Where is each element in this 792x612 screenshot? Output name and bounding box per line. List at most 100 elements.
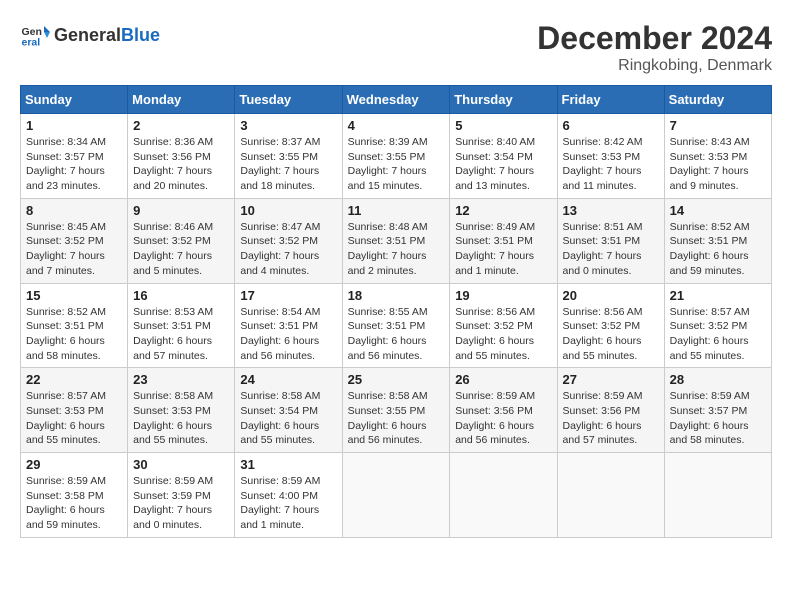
sunrise-label: Sunrise: 8:55 AM	[348, 306, 428, 318]
calendar-cell: 17 Sunrise: 8:54 AM Sunset: 3:51 PM Dayl…	[235, 283, 342, 368]
sunrise-label: Sunrise: 8:59 AM	[26, 475, 106, 487]
sunrise-label: Sunrise: 8:59 AM	[563, 390, 643, 402]
calendar-cell: 9 Sunrise: 8:46 AM Sunset: 3:52 PM Dayli…	[128, 198, 235, 283]
calendar-cell: 13 Sunrise: 8:51 AM Sunset: 3:51 PM Dayl…	[557, 198, 664, 283]
calendar-cell: 8 Sunrise: 8:45 AM Sunset: 3:52 PM Dayli…	[21, 198, 128, 283]
day-number: 1	[26, 118, 122, 133]
day-info: Sunrise: 8:45 AM Sunset: 3:52 PM Dayligh…	[26, 220, 122, 279]
daylight-label: Daylight: 7 hours and 9 minutes.	[670, 165, 749, 192]
calendar-cell: 20 Sunrise: 8:56 AM Sunset: 3:52 PM Dayl…	[557, 283, 664, 368]
sunset-label: Sunset: 3:54 PM	[455, 151, 533, 163]
day-info: Sunrise: 8:55 AM Sunset: 3:51 PM Dayligh…	[348, 305, 445, 364]
day-number: 14	[670, 203, 766, 218]
calendar-cell: 12 Sunrise: 8:49 AM Sunset: 3:51 PM Dayl…	[450, 198, 557, 283]
day-number: 30	[133, 457, 229, 472]
day-info: Sunrise: 8:59 AM Sunset: 3:59 PM Dayligh…	[133, 474, 229, 533]
calendar-cell: 10 Sunrise: 8:47 AM Sunset: 3:52 PM Dayl…	[235, 198, 342, 283]
column-header-tuesday: Tuesday	[235, 86, 342, 114]
calendar-cell: 21 Sunrise: 8:57 AM Sunset: 3:52 PM Dayl…	[664, 283, 771, 368]
daylight-label: Daylight: 6 hours and 58 minutes.	[670, 420, 749, 447]
column-header-saturday: Saturday	[664, 86, 771, 114]
sunrise-label: Sunrise: 8:59 AM	[455, 390, 535, 402]
column-header-monday: Monday	[128, 86, 235, 114]
day-number: 31	[240, 457, 336, 472]
week-row-2: 8 Sunrise: 8:45 AM Sunset: 3:52 PM Dayli…	[21, 198, 772, 283]
sunrise-label: Sunrise: 8:42 AM	[563, 136, 643, 148]
title-area: December 2024 Ringkobing, Denmark	[537, 20, 772, 75]
day-info: Sunrise: 8:57 AM Sunset: 3:52 PM Dayligh…	[670, 305, 766, 364]
day-info: Sunrise: 8:37 AM Sunset: 3:55 PM Dayligh…	[240, 135, 336, 194]
calendar-cell: 15 Sunrise: 8:52 AM Sunset: 3:51 PM Dayl…	[21, 283, 128, 368]
sunset-label: Sunset: 3:52 PM	[240, 235, 318, 247]
daylight-label: Daylight: 6 hours and 55 minutes.	[26, 420, 105, 447]
daylight-label: Daylight: 7 hours and 20 minutes.	[133, 165, 212, 192]
day-info: Sunrise: 8:47 AM Sunset: 3:52 PM Dayligh…	[240, 220, 336, 279]
sunset-label: Sunset: 3:53 PM	[563, 151, 641, 163]
month-title: December 2024	[537, 20, 772, 57]
sunset-label: Sunset: 3:55 PM	[240, 151, 318, 163]
day-number: 8	[26, 203, 122, 218]
sunset-label: Sunset: 3:52 PM	[26, 235, 104, 247]
sunset-label: Sunset: 3:57 PM	[26, 151, 104, 163]
day-number: 23	[133, 372, 229, 387]
calendar-cell: 23 Sunrise: 8:58 AM Sunset: 3:53 PM Dayl…	[128, 368, 235, 453]
day-number: 18	[348, 288, 445, 303]
calendar-cell	[450, 453, 557, 538]
sunrise-label: Sunrise: 8:59 AM	[670, 390, 750, 402]
day-number: 9	[133, 203, 229, 218]
daylight-label: Daylight: 7 hours and 13 minutes.	[455, 165, 534, 192]
daylight-label: Daylight: 7 hours and 0 minutes.	[563, 250, 642, 277]
daylight-label: Daylight: 7 hours and 1 minute.	[455, 250, 534, 277]
day-number: 29	[26, 457, 122, 472]
sunset-label: Sunset: 3:58 PM	[26, 490, 104, 502]
calendar-cell: 26 Sunrise: 8:59 AM Sunset: 3:56 PM Dayl…	[450, 368, 557, 453]
daylight-label: Daylight: 7 hours and 4 minutes.	[240, 250, 319, 277]
sunset-label: Sunset: 3:51 PM	[670, 235, 748, 247]
calendar-cell: 31 Sunrise: 8:59 AM Sunset: 4:00 PM Dayl…	[235, 453, 342, 538]
calendar-cell: 1 Sunrise: 8:34 AM Sunset: 3:57 PM Dayli…	[21, 114, 128, 199]
sunrise-label: Sunrise: 8:54 AM	[240, 306, 320, 318]
daylight-label: Daylight: 7 hours and 1 minute.	[240, 504, 319, 531]
day-number: 13	[563, 203, 659, 218]
day-info: Sunrise: 8:52 AM Sunset: 3:51 PM Dayligh…	[670, 220, 766, 279]
sunrise-label: Sunrise: 8:43 AM	[670, 136, 750, 148]
day-number: 7	[670, 118, 766, 133]
sunrise-label: Sunrise: 8:59 AM	[133, 475, 213, 487]
calendar-body: 1 Sunrise: 8:34 AM Sunset: 3:57 PM Dayli…	[21, 114, 772, 538]
calendar-cell: 3 Sunrise: 8:37 AM Sunset: 3:55 PM Dayli…	[235, 114, 342, 199]
day-number: 2	[133, 118, 229, 133]
sunset-label: Sunset: 3:53 PM	[670, 151, 748, 163]
sunset-label: Sunset: 3:59 PM	[133, 490, 211, 502]
daylight-label: Daylight: 6 hours and 55 minutes.	[670, 335, 749, 362]
day-info: Sunrise: 8:59 AM Sunset: 4:00 PM Dayligh…	[240, 474, 336, 533]
sunset-label: Sunset: 3:51 PM	[240, 320, 318, 332]
calendar-cell	[557, 453, 664, 538]
calendar-cell: 2 Sunrise: 8:36 AM Sunset: 3:56 PM Dayli…	[128, 114, 235, 199]
daylight-label: Daylight: 6 hours and 58 minutes.	[26, 335, 105, 362]
sunrise-label: Sunrise: 8:34 AM	[26, 136, 106, 148]
week-row-3: 15 Sunrise: 8:52 AM Sunset: 3:51 PM Dayl…	[21, 283, 772, 368]
logo: Gen eral GeneralBlue	[20, 20, 160, 50]
sunset-label: Sunset: 3:55 PM	[348, 151, 426, 163]
sunset-label: Sunset: 3:55 PM	[348, 405, 426, 417]
column-header-thursday: Thursday	[450, 86, 557, 114]
sunset-label: Sunset: 3:52 PM	[455, 320, 533, 332]
daylight-label: Daylight: 7 hours and 18 minutes.	[240, 165, 319, 192]
day-info: Sunrise: 8:59 AM Sunset: 3:56 PM Dayligh…	[563, 389, 659, 448]
day-number: 16	[133, 288, 229, 303]
daylight-label: Daylight: 7 hours and 11 minutes.	[563, 165, 642, 192]
day-info: Sunrise: 8:58 AM Sunset: 3:54 PM Dayligh…	[240, 389, 336, 448]
sunset-label: Sunset: 4:00 PM	[240, 490, 318, 502]
sunrise-label: Sunrise: 8:58 AM	[133, 390, 213, 402]
sunrise-label: Sunrise: 8:56 AM	[455, 306, 535, 318]
calendar-cell: 30 Sunrise: 8:59 AM Sunset: 3:59 PM Dayl…	[128, 453, 235, 538]
day-info: Sunrise: 8:58 AM Sunset: 3:53 PM Dayligh…	[133, 389, 229, 448]
day-info: Sunrise: 8:56 AM Sunset: 3:52 PM Dayligh…	[563, 305, 659, 364]
sunrise-label: Sunrise: 8:40 AM	[455, 136, 535, 148]
sunrise-label: Sunrise: 8:53 AM	[133, 306, 213, 318]
sunrise-label: Sunrise: 8:39 AM	[348, 136, 428, 148]
column-header-friday: Friday	[557, 86, 664, 114]
svg-text:eral: eral	[22, 37, 41, 49]
day-number: 26	[455, 372, 551, 387]
sunrise-label: Sunrise: 8:45 AM	[26, 221, 106, 233]
